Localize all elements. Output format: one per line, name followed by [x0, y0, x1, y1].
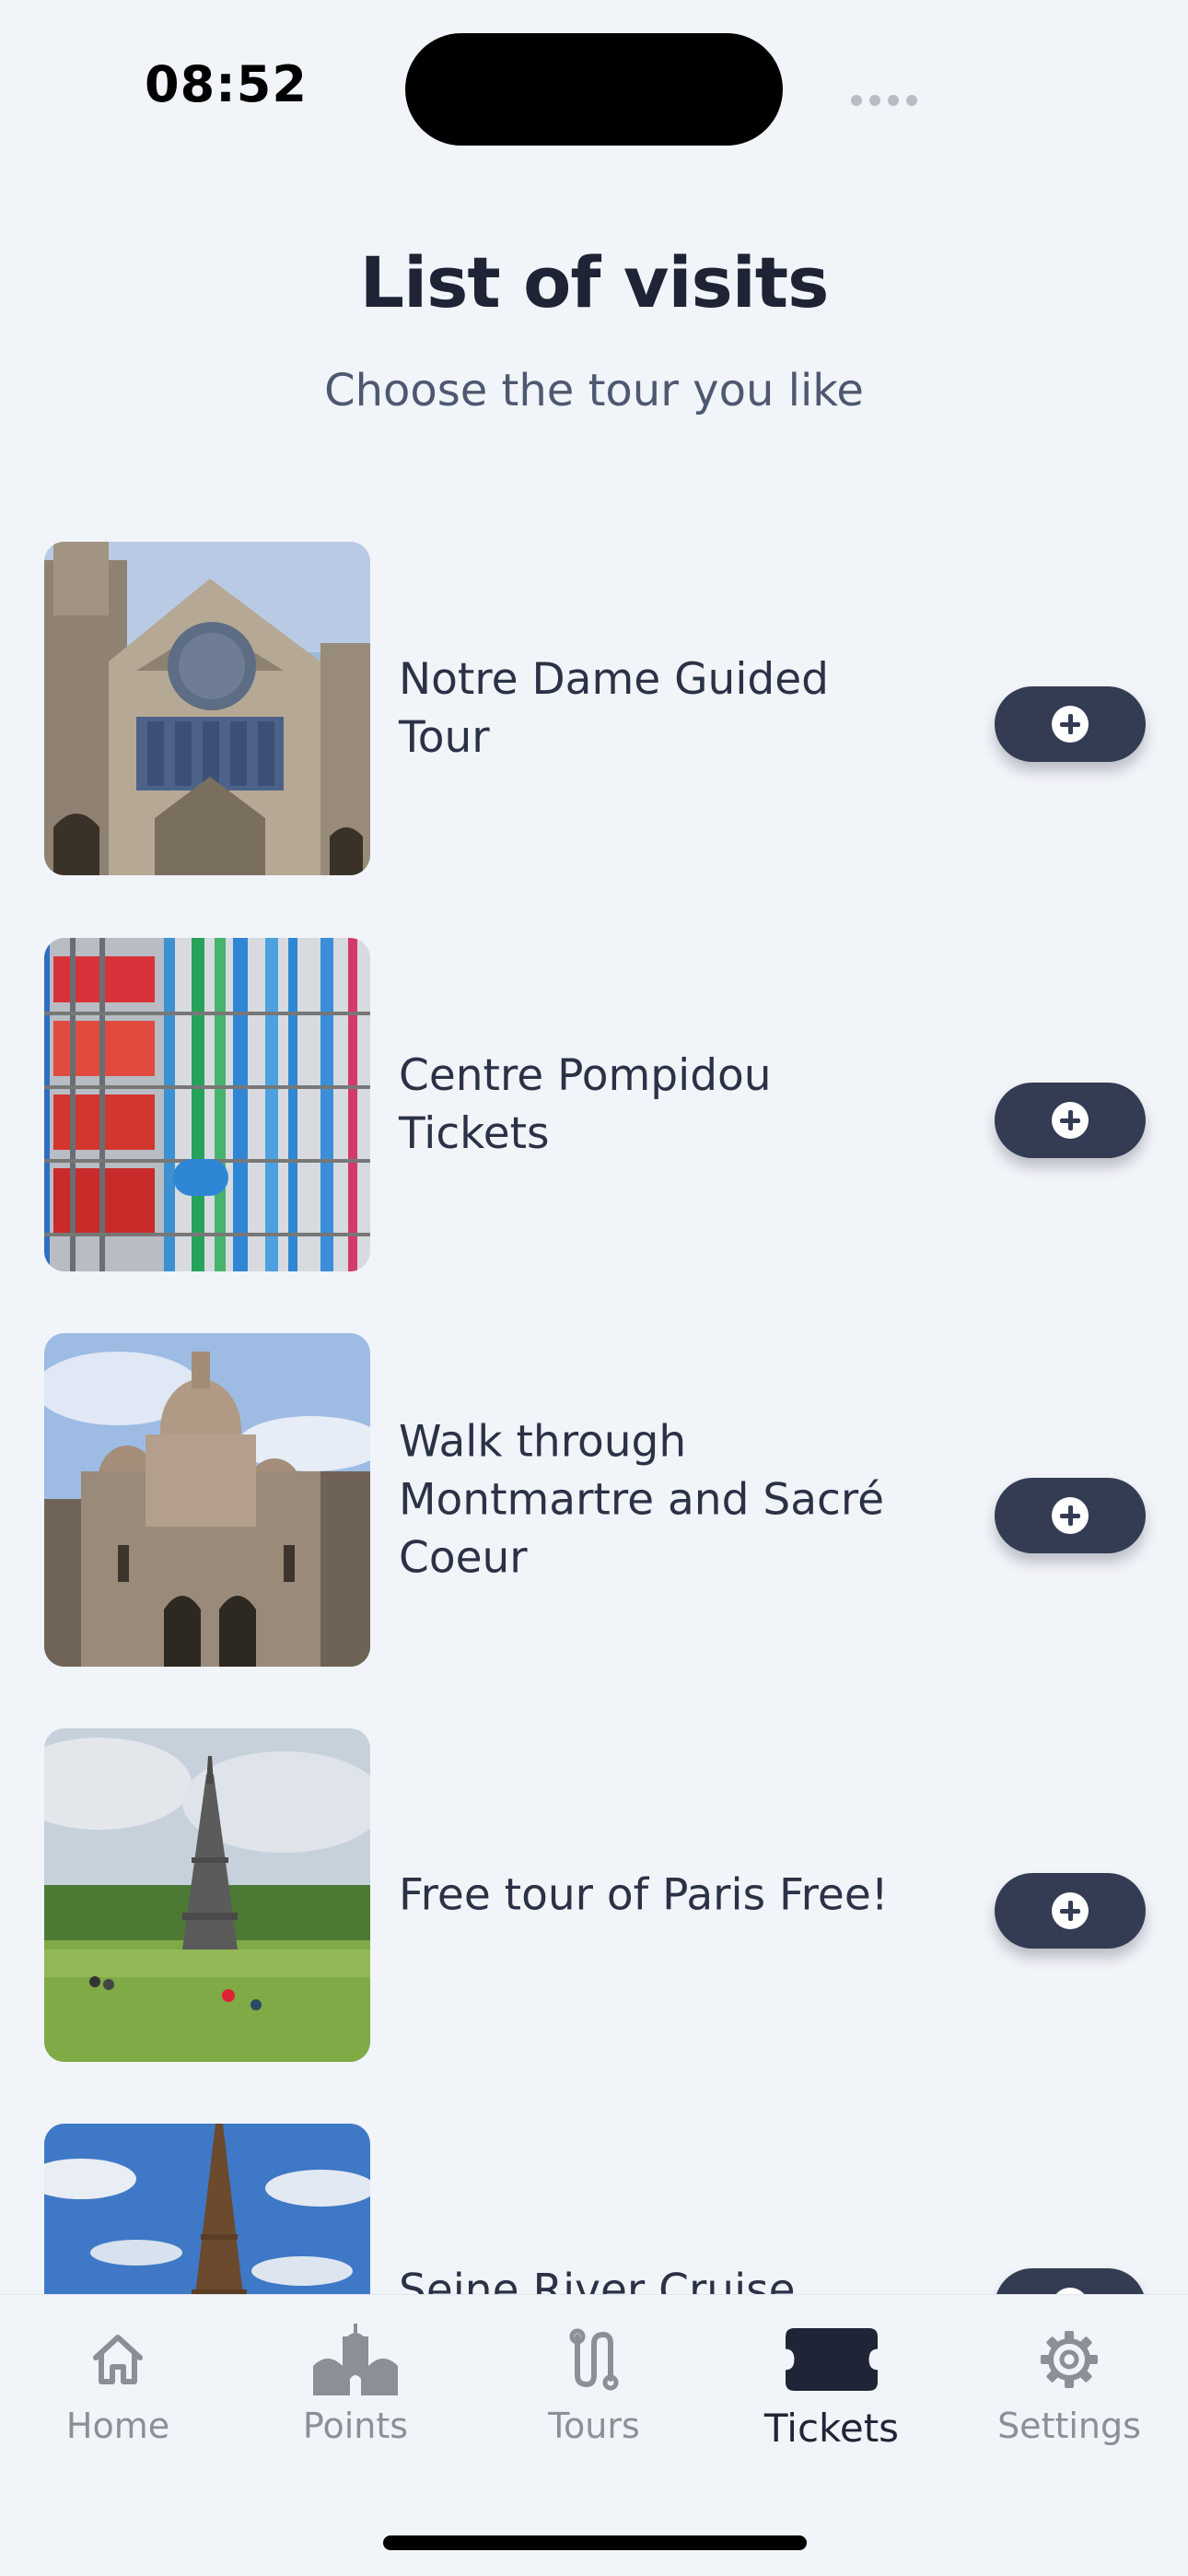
tour-list[interactable]: Notre Dame Guided Tour Centre Pompidou T…	[0, 539, 1188, 2294]
dynamic-island	[405, 33, 783, 146]
tour-item-free-tour[interactable]: Free tour of Paris Free!	[0, 1726, 1188, 2065]
tour-item-montmartre[interactable]: Walk through Montmartre and Sacré Coeur	[0, 1330, 1188, 1669]
tour-item-notre-dame[interactable]: Notre Dame Guided Tour	[0, 539, 1188, 878]
tab-label: Home	[65, 2406, 170, 2446]
centre-pompidou-photo	[44, 938, 370, 1271]
plus-circle-icon	[1052, 1892, 1089, 1929]
house-icon	[72, 2323, 164, 2396]
notre-dame-photo	[44, 542, 370, 875]
tab-label: Settings	[997, 2406, 1141, 2446]
gear-icon	[1023, 2323, 1115, 2396]
tour-name: Seine River Cruise	[399, 2265, 796, 2295]
add-tour-button[interactable]	[995, 2268, 1146, 2294]
page-subtitle: Choose the tour you like	[324, 365, 864, 416]
tour-name: Free tour of Paris Free!	[399, 1869, 889, 1921]
tab-home[interactable]: Home	[17, 2323, 219, 2446]
ticket-icon	[786, 2323, 878, 2396]
tab-tours[interactable]: Tours	[493, 2323, 695, 2446]
add-tour-button[interactable]	[995, 686, 1146, 762]
eiffel-tower-sky-photo	[44, 2124, 370, 2294]
tour-name: Notre Dame Guided Tour	[399, 654, 829, 763]
page-title: List of visits	[359, 241, 830, 323]
home-indicator[interactable]	[383, 2535, 807, 2550]
status-time: 08:52	[145, 55, 308, 113]
eiffel-tower-park-photo	[44, 1728, 370, 2062]
add-tour-button[interactable]	[995, 1873, 1146, 1949]
plus-circle-icon	[1052, 706, 1089, 743]
tab-points[interactable]: Points	[254, 2323, 457, 2446]
tour-name: Walk through Montmartre and Sacré Coeur	[399, 1416, 885, 1584]
plus-circle-icon	[1052, 1102, 1089, 1139]
add-tour-button[interactable]	[995, 1083, 1146, 1158]
tab-tickets[interactable]: Tickets	[730, 2323, 933, 2451]
tour-item-seine-cruise[interactable]: Seine River Cruise	[0, 2121, 1188, 2294]
building-icon	[309, 2323, 402, 2396]
plus-circle-icon	[1052, 2288, 1089, 2294]
tab-label: Points	[302, 2406, 409, 2446]
tab-label: Tickets	[763, 2406, 900, 2451]
tour-item-centre-pompidou[interactable]: Centre Pompidou Tickets	[0, 935, 1188, 1274]
tab-label: Tours	[548, 2406, 640, 2446]
plus-circle-icon	[1052, 1497, 1089, 1534]
add-tour-button[interactable]	[995, 1478, 1146, 1553]
tab-bar: Home Points Tours Tickets Settings	[0, 2294, 1188, 2576]
signal-dots-icon	[851, 95, 917, 106]
tour-name: Centre Pompidou Tickets	[399, 1050, 772, 1159]
tab-settings[interactable]: Settings	[968, 2323, 1171, 2446]
sacre-coeur-photo	[44, 1333, 370, 1667]
route-icon	[548, 2323, 640, 2396]
